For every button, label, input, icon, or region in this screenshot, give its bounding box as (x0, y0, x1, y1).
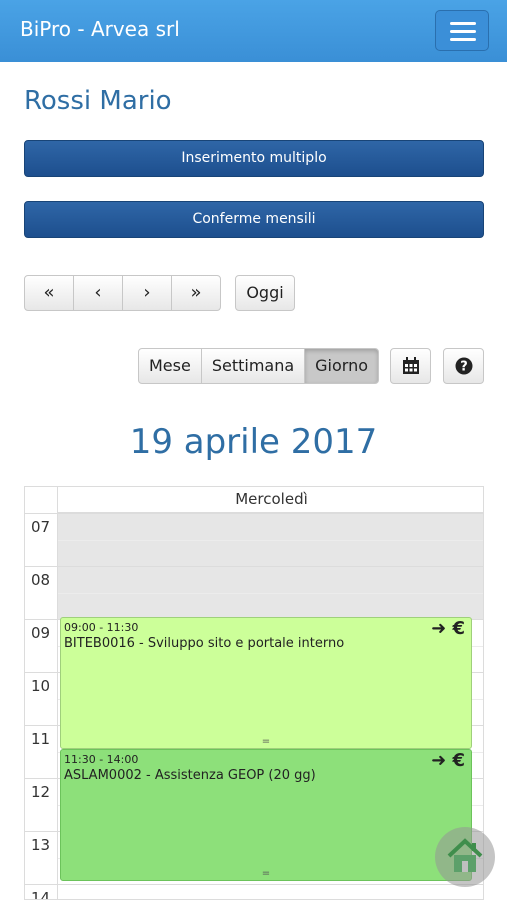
view-week-button[interactable]: Settimana (200, 348, 306, 384)
calendar-button[interactable] (390, 348, 431, 384)
event-time: 09:00 - 11:30 (64, 621, 139, 634)
event-title: ASLAM0002 - Assistenza GEOP (20 gg) (64, 768, 316, 783)
help-icon: ? (455, 357, 472, 375)
calendar-event[interactable]: 11:30 - 14:00 ASLAM0002 - Assistenza GEO… (60, 749, 472, 881)
home-button[interactable] (435, 827, 495, 887)
time-slot[interactable] (57, 885, 483, 899)
hour-label: 13 (31, 836, 51, 854)
calendar-event[interactable]: 09:00 - 11:30 BITEB0016 - Sviluppo sito … (60, 617, 472, 749)
day-calendar: Mercoledì 07 08 09 10 11 12 13 14 09:00 … (24, 486, 484, 900)
home-icon (447, 838, 483, 872)
view-day-button[interactable]: Giorno (304, 348, 380, 384)
calendar-date-title: 19 aprile 2017 (129, 422, 378, 462)
prev-button[interactable]: ‹ (73, 275, 123, 311)
user-name: Rossi Mario (24, 86, 172, 116)
brand-title[interactable]: BiPro - Arvea srl (20, 17, 180, 41)
hamburger-icon-line-3 (450, 38, 476, 41)
last-button[interactable]: » (171, 275, 221, 311)
hour-row: 08 (25, 566, 483, 619)
hamburger-icon-line-2 (450, 30, 476, 33)
svg-text:?: ? (460, 360, 468, 375)
menu-toggle-button[interactable] (435, 10, 489, 51)
hour-label: 09 (31, 624, 51, 642)
hour-label: 12 (31, 783, 51, 801)
help-button[interactable]: ? (443, 348, 484, 384)
hour-row: 07 (25, 513, 483, 566)
hour-label: 07 (31, 518, 51, 536)
hour-label: 10 (31, 677, 51, 695)
time-slot[interactable] (57, 567, 483, 619)
date-navigation: « ‹ › » (24, 275, 221, 311)
resize-handle[interactable]: = (61, 737, 471, 747)
hour-label: 11 (31, 730, 51, 748)
today-button[interactable]: Oggi (235, 275, 295, 311)
hamburger-icon (450, 22, 476, 25)
forward-euro-icon[interactable]: ➜ € (431, 618, 465, 639)
navbar: BiPro - Arvea srl (0, 0, 507, 62)
event-title: BITEB0016 - Sviluppo sito e portale inte… (64, 636, 345, 651)
hour-row: 14 (25, 884, 483, 900)
hour-label: 14 (31, 889, 51, 900)
event-time: 11:30 - 14:00 (64, 753, 139, 766)
time-slot[interactable] (57, 514, 483, 566)
calendar-icon (402, 357, 419, 374)
next-button[interactable]: › (122, 275, 172, 311)
view-month-button[interactable]: Mese (138, 348, 202, 384)
view-switcher: Mese Settimana Giorno (138, 348, 380, 384)
first-button[interactable]: « (24, 275, 74, 311)
hour-label: 08 (31, 571, 51, 589)
monthly-confirm-button[interactable]: Conferme mensili (24, 201, 484, 238)
forward-euro-icon[interactable]: ➜ € (431, 750, 465, 771)
resize-handle[interactable]: = (61, 869, 471, 879)
multiple-insert-button[interactable]: Inserimento multiplo (24, 140, 484, 177)
day-column-header: Mercoledì (57, 487, 483, 513)
